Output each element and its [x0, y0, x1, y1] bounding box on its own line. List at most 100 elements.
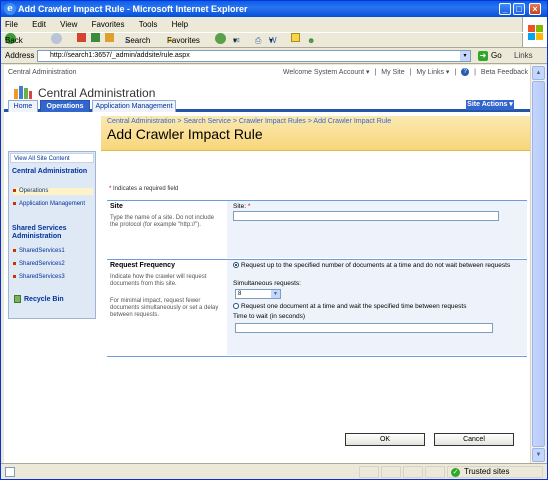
nav-item-application-management[interactable]: Application Management	[13, 201, 87, 208]
site-heading: Site	[110, 203, 123, 210]
request-frequency-description: Indicate how the crawler will request do…	[110, 274, 207, 287]
menu-file[interactable]: File	[5, 20, 18, 29]
radio-wait[interactable]	[233, 303, 239, 310]
page-title: Add Crawler Impact Rule	[107, 126, 263, 142]
maximize-button[interactable]: □	[513, 3, 525, 15]
site-title[interactable]: Central Administration	[38, 86, 155, 100]
tab-application-management[interactable]: Application Management	[92, 100, 176, 112]
sharepoint-top-bar: Central Administration Welcome System Ac…	[8, 68, 528, 77]
time-to-wait-input[interactable]	[235, 323, 493, 333]
scroll-thumb[interactable]	[532, 81, 545, 447]
mail-button[interactable]: ✉ ▾	[233, 33, 240, 49]
my-site-link[interactable]: My Site	[381, 69, 404, 76]
go-arrow-icon[interactable]: ➜	[478, 51, 488, 61]
minimize-button[interactable]: _	[499, 3, 511, 15]
required-field-note: * Indicates a required field	[109, 186, 179, 192]
back-button[interactable]: Back ▾	[5, 33, 23, 49]
address-dropdown-icon[interactable]: ▾	[460, 51, 470, 61]
bullet-icon	[13, 261, 16, 265]
tab-home[interactable]: Home	[8, 100, 38, 112]
discuss-icon	[291, 33, 300, 42]
url-text: http://search1:3657/_admin/addsite/rule.…	[50, 52, 190, 59]
address-label: Address	[5, 51, 35, 60]
crawler-rule-form: * Indicates a required field Site Type t…	[101, 152, 530, 463]
trusted-check-icon: ✓	[451, 468, 460, 477]
nav-item-sharedservices1[interactable]: SharedServices1	[13, 248, 65, 255]
site-label: Site: *	[233, 203, 251, 210]
nav-heading-shared-services[interactable]: Shared Services Administration	[12, 225, 92, 241]
chevron-down-icon[interactable]: ▼	[271, 290, 280, 298]
page-content: Central Administration Welcome System Ac…	[4, 65, 530, 463]
messenger-icon: ☻	[307, 36, 316, 45]
mail-icon: ✉	[233, 36, 240, 45]
bullet-icon	[13, 248, 16, 252]
menu-edit[interactable]: Edit	[32, 20, 46, 29]
menu-bar: File Edit View Favorites Tools Help	[1, 17, 547, 32]
simultaneous-label: Simultaneous requests:	[233, 280, 301, 287]
option-wait[interactable]: Request one document at a time and wait …	[233, 303, 519, 311]
radio-simultaneous[interactable]	[233, 262, 239, 269]
welcome-menu[interactable]: Welcome System Account ▾	[283, 69, 370, 76]
beta-feedback-link[interactable]: Beta Feedback	[481, 69, 528, 76]
minimal-impact-description: For minimal impact, request fewer docume…	[110, 298, 219, 318]
address-input[interactable]: http://search1:3657/_admin/addsite/rule.…	[37, 50, 471, 62]
wait-label: Time to wait (in seconds)	[233, 313, 306, 320]
bullet-icon	[13, 274, 16, 278]
menu-tools[interactable]: Tools	[139, 20, 158, 29]
request-frequency-heading: Request Frequency	[110, 262, 175, 269]
ie-logo-icon: e	[4, 3, 16, 15]
nav-item-sharedservices2[interactable]: SharedServices2	[13, 261, 65, 268]
status-bar: ✓ Trusted sites	[1, 463, 547, 479]
menu-favorites[interactable]: Favorites	[92, 20, 125, 29]
site-actions-button[interactable]: Site Actions ▾	[466, 100, 514, 110]
top-breadcrumb[interactable]: Central Administration	[8, 69, 76, 76]
stop-icon	[77, 33, 86, 42]
menu-view[interactable]: View	[60, 20, 77, 29]
nav-item-operations[interactable]: Operations	[13, 188, 93, 195]
form-divider	[107, 356, 527, 357]
bullet-icon	[13, 201, 16, 205]
scroll-down-icon[interactable]: ▼	[532, 448, 545, 462]
home-icon	[105, 33, 114, 42]
security-zone[interactable]: ✓ Trusted sites	[447, 466, 543, 478]
page-title-banner: Central Administration > Search Service …	[101, 116, 530, 151]
sharepoint-logo-icon	[14, 85, 32, 99]
vertical-scrollbar[interactable]: ▲ ▼	[530, 65, 546, 463]
title-bar: e Add Crawler Impact Rule - Microsoft In…	[1, 1, 547, 17]
links-button[interactable]: Links	[514, 51, 533, 60]
option-simultaneous[interactable]: Request up to the specified number of do…	[233, 262, 519, 270]
top-nav-tabs: Home Operations Application Management	[4, 100, 530, 112]
close-button[interactable]: ×	[529, 3, 541, 15]
site-section: Site Type the name of a site. Do not inc…	[107, 200, 527, 258]
breadcrumb[interactable]: Central Administration > Search Service …	[107, 118, 391, 125]
edit-button[interactable]: W ▾	[269, 33, 277, 49]
go-button[interactable]: Go	[491, 51, 502, 60]
word-icon: W	[269, 36, 277, 45]
toolbar: Back ▾ ▾ ⌕ Search ★ Favorites ✉ ▾ ⎙ W ▾ …	[1, 32, 547, 48]
scroll-up-icon[interactable]: ▲	[532, 66, 545, 80]
request-frequency-section: Request Frequency Indicate how the crawl…	[107, 259, 527, 355]
tab-operations[interactable]: Operations	[40, 100, 90, 112]
quick-launch: View All Site Content Central Administra…	[8, 151, 96, 319]
print-icon: ⎙	[255, 36, 262, 45]
nav-heading-central-administration[interactable]: Central Administration	[12, 168, 92, 176]
page-icon	[5, 467, 15, 477]
menu-help[interactable]: Help	[172, 20, 188, 29]
view-all-site-content-link[interactable]: View All Site Content	[10, 153, 94, 163]
forward-arrow-icon	[51, 33, 62, 44]
browser-window: e Add Crawler Impact Rule - Microsoft In…	[0, 0, 548, 480]
ok-button[interactable]: OK	[345, 433, 425, 446]
my-links-menu[interactable]: My Links ▾	[416, 69, 449, 76]
recycle-bin-icon	[14, 295, 21, 303]
help-icon[interactable]: ?	[461, 68, 470, 77]
nav-item-sharedservices3[interactable]: SharedServices3	[13, 274, 65, 281]
window-title: Add Crawler Impact Rule - Microsoft Inte…	[18, 4, 248, 14]
address-bar: Address http://search1:3657/_admin/addsi…	[1, 48, 547, 64]
recycle-bin-link[interactable]: Recycle Bin	[14, 295, 64, 303]
simultaneous-requests-select[interactable]: 8 ▼	[235, 289, 281, 299]
site-description: Type the name of a site. Do not include …	[110, 215, 215, 228]
forward-button[interactable]: ▾	[51, 33, 62, 49]
history-icon	[215, 33, 226, 44]
site-input[interactable]	[233, 211, 499, 221]
cancel-button[interactable]: Cancel	[434, 433, 514, 446]
